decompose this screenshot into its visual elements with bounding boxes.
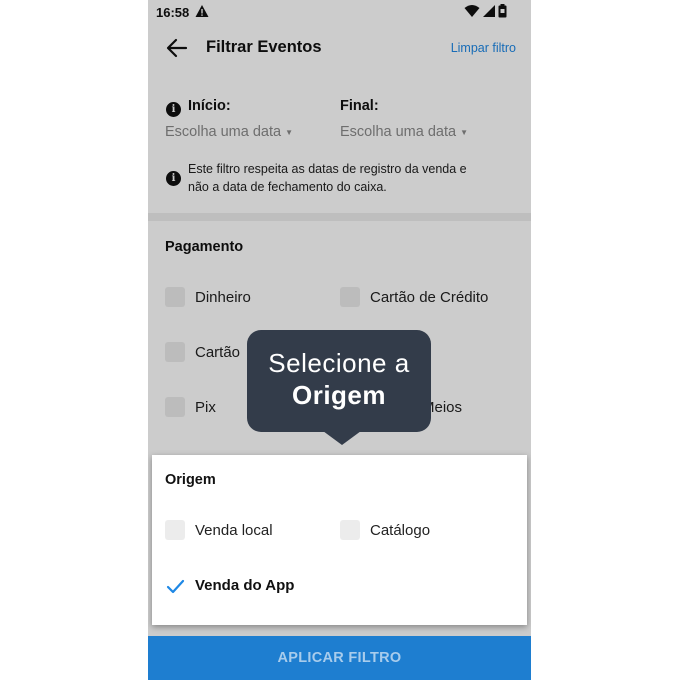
option-label: Venda local [195, 521, 273, 539]
checkmark-icon[interactable] [165, 575, 185, 595]
origin-option-catalogo[interactable]: Catálogo [340, 520, 430, 540]
tooltip-pointer [323, 431, 361, 445]
origin-option-venda-do-app[interactable]: Venda do App [165, 575, 294, 595]
apply-filter-label: APLICAR FILTRO [277, 650, 402, 666]
origin-option-venda-local[interactable]: Venda local [165, 520, 273, 540]
origin-section: Origem Venda local Catálogo Venda do App [152, 455, 527, 625]
option-label: Catálogo [370, 521, 431, 539]
apply-filter-button[interactable]: APLICAR FILTRO [148, 636, 531, 680]
checkbox[interactable] [165, 520, 185, 540]
checkbox[interactable] [340, 520, 360, 540]
option-label: Venda do App [195, 576, 295, 594]
tutorial-tooltip: Selecione a Origem [247, 330, 431, 432]
tooltip-line-2: Origem [291, 380, 387, 410]
origin-section-title: Origem [165, 472, 216, 488]
tooltip-line-1: Selecione a [268, 348, 410, 378]
